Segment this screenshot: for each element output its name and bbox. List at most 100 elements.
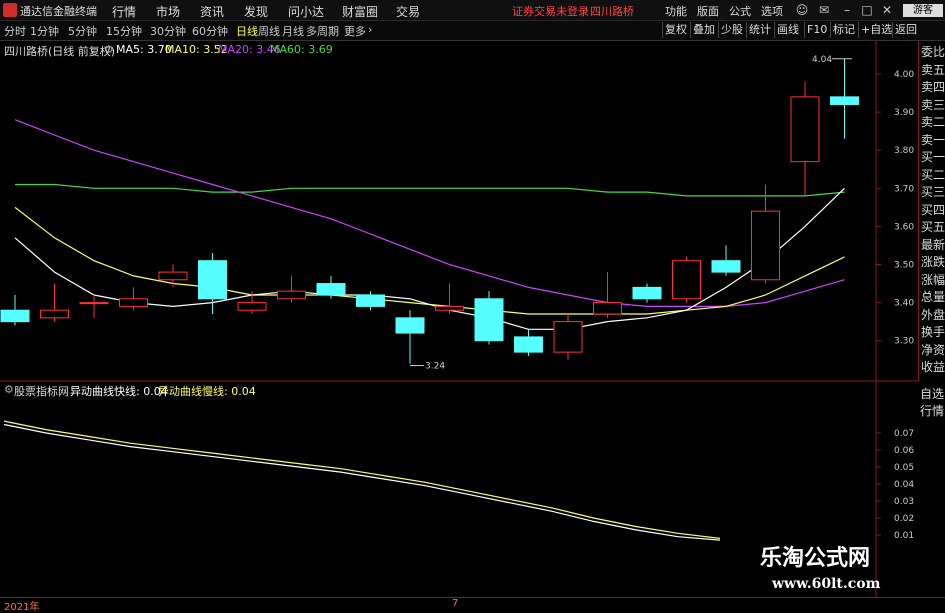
- low-price-annotation: 3.24: [425, 362, 445, 372]
- menu-shichang[interactable]: 市场: [156, 3, 180, 20]
- side-panel-item[interactable]: 净资: [921, 343, 945, 357]
- candle-body[interactable]: [672, 260, 701, 300]
- candle-body[interactable]: [0, 309, 30, 323]
- fuquan-button[interactable]: 复权: [662, 22, 689, 38]
- price-tick-label: 3.70: [894, 184, 914, 194]
- candle-body[interactable]: [593, 302, 622, 315]
- period-fenshi[interactable]: 分时: [4, 23, 26, 39]
- message-icon[interactable]: ✉: [815, 2, 833, 18]
- period-30min[interactable]: 30分钟: [150, 23, 186, 39]
- side-panel-item[interactable]: 买三: [921, 185, 945, 199]
- diejia-button[interactable]: 叠加: [690, 22, 717, 38]
- menu-jiaoyi[interactable]: 交易: [396, 3, 420, 20]
- indicator-name: 股票指标网: [14, 385, 69, 398]
- menu-xuanxiang[interactable]: 选项: [761, 3, 783, 19]
- back-button[interactable]: 返回: [892, 22, 919, 38]
- fast-line-label: 异动曲线快线: 0.04: [70, 385, 168, 398]
- tongji-button[interactable]: 统计: [746, 22, 773, 38]
- kline-chart[interactable]: 4.00 3.90 3.80 3.70 3.60 3.50 3.40 3.30 4.04 3.2…: [0, 41, 918, 597]
- candle-body[interactable]: [356, 294, 385, 307]
- side-panel-item[interactable]: 最新: [921, 238, 945, 252]
- chevron-right-icon[interactable]: ›: [368, 23, 372, 36]
- price-tick-label: 3.50: [894, 261, 914, 271]
- candle-body[interactable]: [316, 283, 346, 296]
- side-panel-item[interactable]: 收益: [921, 360, 945, 374]
- menu-wenxiaoda[interactable]: 问小达: [288, 3, 324, 20]
- menu-faxian[interactable]: 发现: [244, 3, 268, 20]
- price-tick-label: 3.60: [894, 222, 914, 232]
- f10-button[interactable]: F10: [804, 22, 829, 38]
- period-daily[interactable]: 日线: [236, 23, 258, 39]
- add-watchlist-button[interactable]: +自选: [858, 22, 894, 38]
- candle-body[interactable]: [790, 96, 820, 163]
- maximize-icon[interactable]: □: [858, 2, 876, 18]
- side-panel-item[interactable]: 卖五: [921, 63, 945, 77]
- candle-body[interactable]: [119, 298, 148, 307]
- candle-body[interactable]: [474, 298, 504, 342]
- indicator-tick-label: 0.04: [894, 480, 914, 490]
- menu-zixun[interactable]: 资讯: [200, 3, 224, 20]
- candle-body[interactable]: [237, 302, 267, 311]
- candle-body[interactable]: [632, 286, 662, 300]
- biaoji-button[interactable]: 标记: [830, 22, 857, 38]
- side-panel-item[interactable]: 卖二: [921, 115, 945, 129]
- side-panel-item[interactable]: 委比: [921, 45, 945, 59]
- user-icon[interactable]: ☺: [793, 2, 811, 18]
- close-icon[interactable]: ✕: [878, 2, 896, 18]
- candle-body[interactable]: [198, 260, 227, 300]
- candle-body[interactable]: [158, 271, 188, 281]
- period-monthly[interactable]: 月线: [282, 23, 304, 39]
- date-year: 2021年: [4, 602, 40, 613]
- menu-gongneng[interactable]: 功能: [665, 3, 687, 19]
- menu-hangqing[interactable]: 行情: [112, 3, 136, 20]
- price-tick-label: 4.00: [894, 70, 914, 80]
- candle-body[interactable]: [514, 336, 543, 353]
- date-month: 7: [452, 598, 459, 609]
- huaxian-button[interactable]: 画线: [774, 22, 801, 38]
- side-panel-item[interactable]: 买二: [921, 168, 945, 182]
- period-multi[interactable]: 多周期: [306, 23, 339, 39]
- guest-button[interactable]: 游客: [903, 4, 943, 17]
- candle-body[interactable]: [711, 260, 741, 273]
- period-5min[interactable]: 5分钟: [68, 23, 97, 39]
- candle-body[interactable]: [830, 96, 859, 105]
- side-panel-item[interactable]: 买一: [921, 150, 945, 164]
- side-panel-item[interactable]: 买五: [921, 220, 945, 234]
- candle-body[interactable]: [277, 290, 306, 300]
- menu-caifuquan[interactable]: 财富圈: [342, 3, 378, 20]
- candle-body[interactable]: [395, 317, 425, 334]
- menu-gongshi[interactable]: 公式: [729, 3, 751, 19]
- period-weekly[interactable]: 周线: [258, 23, 280, 39]
- side-panel-item[interactable]: 卖四: [921, 80, 945, 94]
- side-panel-item[interactable]: 外盘: [921, 308, 945, 322]
- slow-line-label: 异动曲线慢线: 0.04: [158, 385, 256, 398]
- candle-body[interactable]: [435, 305, 464, 311]
- side-panel-item[interactable]: 总量: [921, 290, 945, 304]
- candle-body[interactable]: [553, 321, 583, 353]
- side-panel-tab[interactable]: 行情: [920, 404, 944, 418]
- indicator-settings-icon[interactable]: ⚙: [4, 383, 14, 396]
- side-panel-item[interactable]: 卖三: [921, 98, 945, 112]
- candle-body[interactable]: [79, 302, 109, 305]
- side-panel-bottom: 自选 行情: [918, 383, 945, 463]
- side-panel-item[interactable]: 涨跌: [921, 255, 945, 269]
- side-panel-item[interactable]: 卖一: [921, 133, 945, 147]
- period-15min[interactable]: 15分钟: [106, 23, 142, 39]
- side-panel-item[interactable]: 买四: [921, 203, 945, 217]
- title-bar: 通达信金融终端 行情 市场 资讯 发现 问小达 财富圈 交易 证券交易未登录 四…: [0, 0, 945, 21]
- candle-body[interactable]: [40, 309, 69, 319]
- minimize-icon[interactable]: –: [838, 2, 856, 18]
- side-panel-tab[interactable]: 自选: [920, 387, 944, 401]
- date-axis: 2021年 7: [0, 597, 945, 613]
- side-panel-item[interactable]: 涨幅: [921, 273, 945, 287]
- period-1min[interactable]: 1分钟: [30, 23, 59, 39]
- candle-body[interactable]: [751, 210, 780, 281]
- menu-banmian[interactable]: 版面: [697, 3, 719, 19]
- login-status[interactable]: 证券交易未登录: [512, 3, 589, 19]
- side-panel-item[interactable]: 换手: [921, 325, 945, 339]
- app-name: 通达信金融终端: [20, 5, 97, 18]
- period-more[interactable]: 更多: [344, 23, 366, 39]
- period-60min[interactable]: 60分钟: [192, 23, 228, 39]
- shaogu-button[interactable]: 少股: [718, 22, 745, 38]
- watermark-url: www.60lt.com: [772, 576, 881, 592]
